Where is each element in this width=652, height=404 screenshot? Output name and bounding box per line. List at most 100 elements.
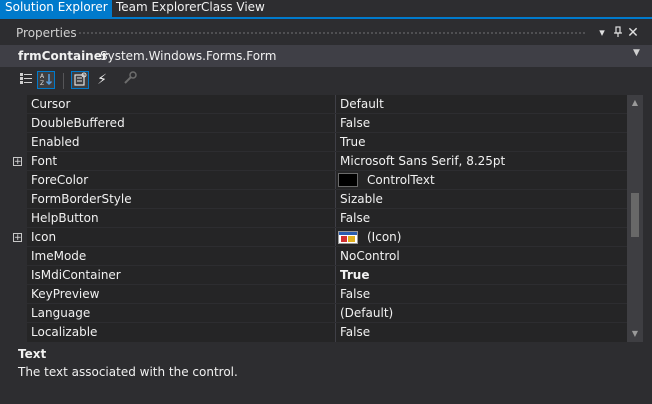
property-row-formborderstyle[interactable]: FormBorderStyle Sizable [0,190,627,209]
tab-team-explorer[interactable]: Team Explorer [111,0,207,17]
description-pane: Text The text associated with the contro… [0,342,652,404]
property-row-language[interactable]: Language (Default) [0,304,627,323]
property-name: IsMdiContainer [31,268,121,282]
property-row-icon[interactable]: + Icon (Icon) [0,228,627,247]
chevron-down-icon[interactable]: ▼ [633,48,640,58]
tab-class-view[interactable]: Class View [196,0,270,17]
property-row-helpbutton[interactable]: HelpButton False [0,209,627,228]
property-value[interactable]: (Default) [340,306,393,320]
property-value[interactable]: True [340,135,366,149]
column-divider[interactable] [335,152,336,171]
property-name: Enabled [31,135,80,149]
alphabetical-glyph: A Z [40,73,53,87]
pin-glyph [614,26,622,37]
form-icon [338,231,358,244]
events-icon[interactable]: ⚡ [93,71,111,89]
row-margin [0,285,27,304]
row-margin [0,304,27,323]
property-name: Cursor [31,97,71,111]
column-divider[interactable] [335,266,336,285]
row-margin [0,209,27,228]
property-pages-icon[interactable] [121,71,139,89]
column-divider[interactable] [335,190,336,209]
titlebar-grip[interactable] [78,31,585,36]
categorized-icon[interactable] [17,71,35,89]
property-name: KeyPreview [31,287,100,301]
row-margin [0,171,27,190]
property-value[interactable]: NoControl [340,249,400,263]
property-value[interactable]: (Icon) [367,230,401,244]
property-name: HelpButton [31,211,99,225]
alphabetical-icon[interactable]: A Z [37,71,55,89]
object-type: System.Windows.Forms.Form [100,49,277,63]
property-value[interactable]: Microsoft Sans Serif, 8.25pt [340,154,505,168]
property-name: ForeColor [31,173,89,187]
column-divider[interactable] [335,209,336,228]
column-divider[interactable] [335,133,336,152]
property-value[interactable]: False [340,325,370,339]
row-margin [0,190,27,209]
row-margin [0,266,27,285]
column-divider[interactable] [335,114,336,133]
row-margin [0,95,27,114]
column-divider[interactable] [335,171,336,190]
property-row-imemode[interactable]: ImeMode NoControl [0,247,627,266]
property-name: Language [31,306,91,320]
property-row-enabled[interactable]: Enabled True [0,133,627,152]
property-name: FormBorderStyle [31,192,132,206]
expand-plus-icon[interactable]: + [13,233,22,243]
column-divider[interactable] [335,285,336,304]
property-name: DoubleBuffered [31,116,125,130]
column-divider[interactable] [335,95,336,114]
toolbar-separator [63,73,64,89]
column-divider[interactable] [335,247,336,266]
properties-titlebar: Properties ▾ ✕ [0,24,652,42]
scroll-down-icon[interactable]: ▼ [630,329,640,339]
property-row-keypreview[interactable]: KeyPreview False [0,285,627,304]
row-margin [0,247,27,266]
description-text: The text associated with the control. [18,365,238,379]
property-value[interactable]: Sizable [340,192,383,206]
close-icon[interactable]: ✕ [627,26,639,40]
pin-icon[interactable] [612,26,624,40]
property-row-ismdicontainer[interactable]: IsMdiContainer True [0,266,627,285]
wrench-glyph [124,71,137,84]
property-row-font[interactable]: + Font Microsoft Sans Serif, 8.25pt [0,152,627,171]
properties-icon[interactable] [71,71,89,89]
property-grid: Cursor Default DoubleBuffered False Enab… [0,95,627,342]
property-name: ImeMode [31,249,87,263]
property-row-localizable[interactable]: Localizable False [0,323,627,342]
vertical-scrollbar[interactable]: ▲ ▼ [627,95,643,342]
panel-title: Properties [16,26,77,40]
scroll-up-icon[interactable]: ▲ [630,98,640,108]
property-row-cursor[interactable]: Cursor Default [0,95,627,114]
column-divider[interactable] [335,304,336,323]
color-swatch [338,173,358,187]
property-row-doublebuffered[interactable]: DoubleBuffered False [0,114,627,133]
properties-toolbar: A Z ⚡ [0,67,652,93]
properties-glyph [74,72,87,86]
dropdown-arrow-icon[interactable]: ▾ [596,26,608,40]
tab-solution-explorer[interactable]: Solution Explorer [0,0,112,17]
property-value[interactable]: False [340,211,370,225]
scrollbar-thumb[interactable] [631,193,639,237]
expand-plus-icon[interactable]: + [13,157,22,167]
property-value[interactable]: ControlText [367,173,435,187]
column-divider[interactable] [335,323,336,342]
property-name: Font [31,154,58,168]
property-name: Icon [31,230,57,244]
property-value[interactable]: True [340,268,369,282]
tool-window-tabstrip: Solution Explorer Team Explorer Class Vi… [0,0,652,19]
row-margin [0,133,27,152]
property-value[interactable]: Default [340,97,384,111]
svg-text:Z: Z [40,80,44,86]
description-title: Text [18,347,47,361]
property-value[interactable]: False [340,116,370,130]
column-divider[interactable] [335,228,336,247]
property-row-forecolor[interactable]: ForeColor ControlText [0,171,627,190]
property-name: Localizable [31,325,98,339]
svg-text:A: A [40,73,45,80]
object-selector[interactable]: frmContainer System.Windows.Forms.Form ▼ [0,45,652,67]
row-margin [0,323,27,342]
property-value[interactable]: False [340,287,370,301]
